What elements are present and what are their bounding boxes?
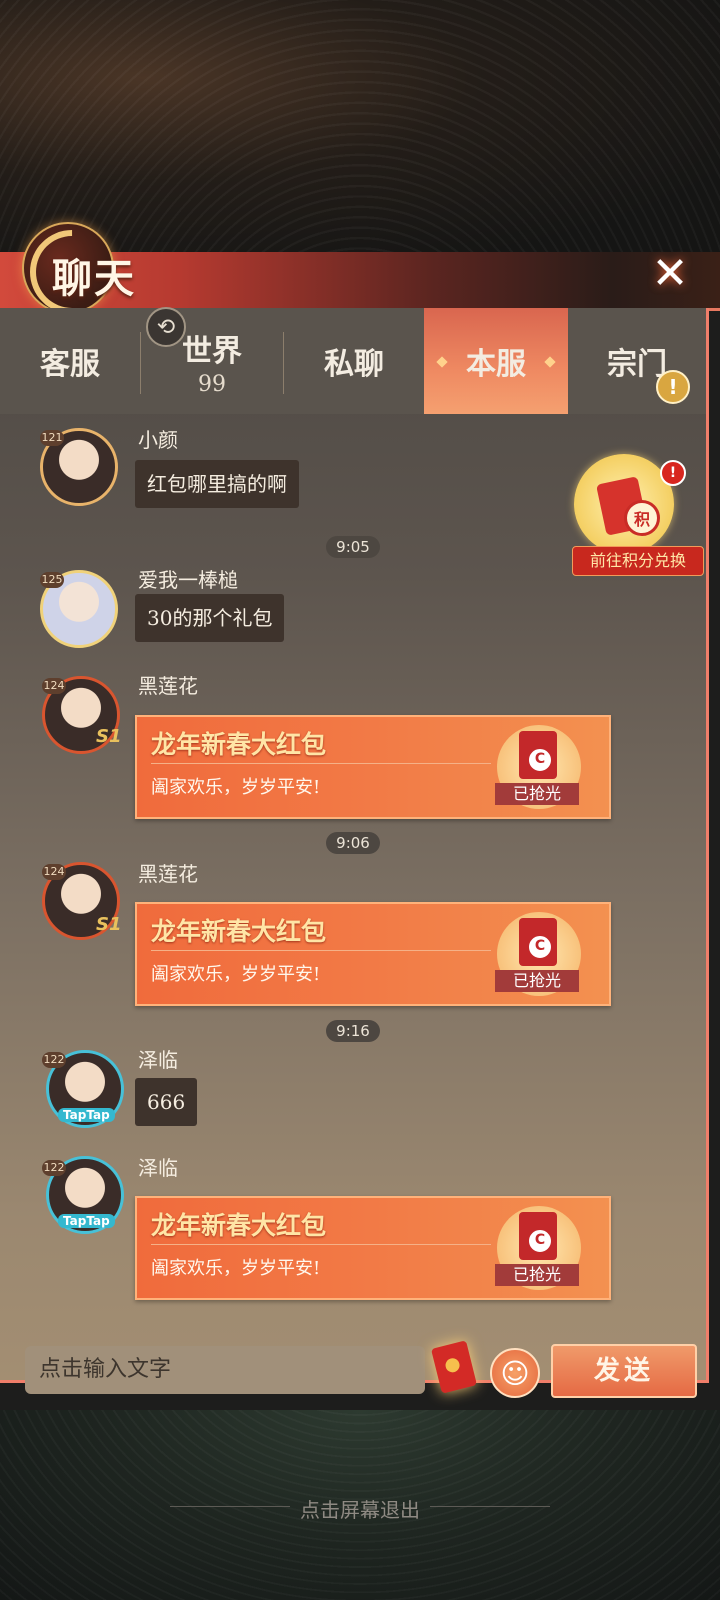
red-packet-title: 龙年新春大红包 bbox=[151, 917, 327, 946]
points-coin-icon: 积 bbox=[624, 500, 660, 536]
coin-icon: C bbox=[527, 747, 553, 773]
red-packet-greeting: 阖家欢乐，岁岁平安! bbox=[151, 964, 321, 985]
red-packet-card[interactable]: 龙年新春大红包 阖家欢乐，岁岁平安! C 已抢光 bbox=[135, 1196, 611, 1300]
timestamp: 9:06 bbox=[326, 832, 380, 854]
red-packet-status: 已抢光 bbox=[495, 783, 579, 805]
diamond-ornament bbox=[436, 356, 448, 368]
close-button[interactable]: ✕ bbox=[640, 243, 700, 303]
tab-label: 本服 bbox=[466, 347, 526, 382]
exit-hint[interactable]: 点击屏幕退出 bbox=[0, 1494, 720, 1523]
divider bbox=[151, 1244, 491, 1245]
red-packet-title: 龙年新春大红包 bbox=[151, 1211, 327, 1240]
points-exchange-label[interactable]: 前往积分兑换 bbox=[572, 546, 704, 576]
red-packet-card[interactable]: 龙年新春大红包 阖家欢乐，岁岁平安! C 已抢光 bbox=[135, 902, 611, 1006]
platform-badge: TapTap bbox=[58, 1214, 115, 1228]
divider bbox=[151, 950, 491, 951]
message-input[interactable]: 点击输入文字 bbox=[25, 1346, 425, 1394]
tab-server[interactable]: 本服 bbox=[424, 308, 568, 414]
level-badge: 124 bbox=[42, 864, 66, 880]
alert-icon[interactable]: ! bbox=[656, 370, 690, 404]
close-icon: ✕ bbox=[651, 247, 689, 299]
message-bubble[interactable]: 666 bbox=[135, 1078, 198, 1126]
sender-name: 爱我一棒槌 bbox=[138, 568, 238, 592]
level-badge: 122 bbox=[42, 1160, 66, 1176]
message-bubble[interactable]: 红包哪里搞的啊 bbox=[135, 460, 299, 508]
send-button[interactable]: 发送 bbox=[551, 1344, 697, 1398]
level-badge: 122 bbox=[42, 1052, 66, 1068]
platform-badge: TapTap bbox=[58, 1108, 115, 1122]
emoji-icon[interactable]: ☺ bbox=[490, 1348, 540, 1398]
tab-label: 客服 bbox=[40, 347, 100, 382]
tab-label: 世界 bbox=[182, 333, 242, 369]
tab-bar: 客服 世界 99 私聊 本服 宗门 bbox=[0, 308, 706, 414]
notification-dot: ! bbox=[660, 460, 686, 486]
sender-name: 黑莲花 bbox=[138, 862, 198, 886]
message-bubble[interactable]: 30的那个礼包 bbox=[135, 594, 285, 642]
red-packet-card[interactable]: 龙年新春大红包 阖家欢乐，岁岁平安! C 已抢光 bbox=[135, 715, 611, 819]
coin-icon: C bbox=[527, 934, 553, 960]
red-packet-status: 已抢光 bbox=[495, 970, 579, 992]
sender-name: 小颜 bbox=[138, 428, 178, 452]
red-packet-title: 龙年新春大红包 bbox=[151, 730, 327, 759]
sender-name: 黑莲花 bbox=[138, 674, 198, 698]
page-title: 聊天 bbox=[52, 255, 136, 302]
tab-label: 私聊 bbox=[324, 347, 384, 382]
divider bbox=[151, 763, 491, 764]
diamond-ornament bbox=[544, 356, 556, 368]
sender-name: 泽临 bbox=[138, 1156, 178, 1180]
red-packet-greeting: 阖家欢乐，岁岁平安! bbox=[151, 1258, 321, 1279]
red-packet-status: 已抢光 bbox=[495, 1264, 579, 1286]
refresh-icon[interactable]: ⟲ bbox=[146, 307, 186, 347]
coin-icon: C bbox=[527, 1228, 553, 1254]
tab-customer-service[interactable]: 客服 bbox=[0, 308, 140, 414]
red-packet-greeting: 阖家欢乐，岁岁平安! bbox=[151, 777, 321, 798]
tab-private[interactable]: 私聊 bbox=[284, 308, 424, 414]
timestamp: 9:05 bbox=[326, 536, 380, 558]
server-badge: S1 bbox=[96, 726, 122, 747]
timestamp: 9:16 bbox=[326, 1020, 380, 1042]
level-badge: 124 bbox=[42, 678, 66, 694]
sender-name: 泽临 bbox=[138, 1048, 178, 1072]
background-top bbox=[0, 0, 720, 260]
tab-count: 99 bbox=[198, 371, 226, 397]
level-badge: 125 bbox=[40, 572, 64, 588]
level-badge: 121 bbox=[40, 430, 64, 446]
server-badge: S1 bbox=[96, 914, 122, 935]
